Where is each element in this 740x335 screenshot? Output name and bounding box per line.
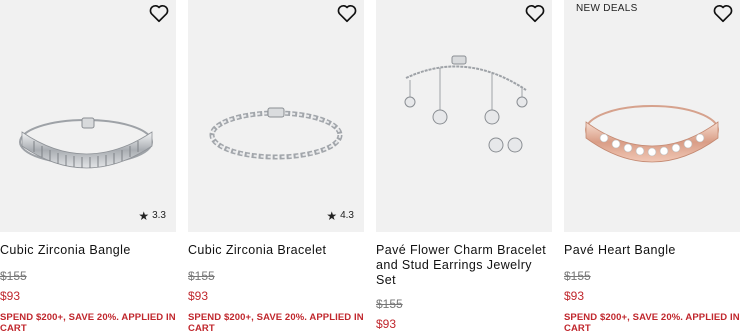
product-image[interactable]: NEW DEALS bbox=[564, 0, 740, 232]
rating-value: 3.3 bbox=[152, 210, 166, 221]
new-deals-badge: NEW DEALS bbox=[576, 3, 638, 14]
heart-bangle-image bbox=[585, 105, 719, 163]
heart-icon[interactable] bbox=[336, 2, 358, 24]
product-card[interactable]: ★ 4.3 Cubic Zirconia Bracelet $155 $93 S… bbox=[188, 0, 364, 335]
original-price: $155 bbox=[564, 269, 591, 283]
product-card[interactable]: ★ 3.3 Cubic Zirconia Bangle $155 $93 SPE… bbox=[0, 0, 176, 335]
bangle-image bbox=[19, 117, 153, 169]
heart-icon[interactable] bbox=[148, 2, 170, 24]
product-title[interactable]: Pavé Flower Charm Bracelet and Stud Earr… bbox=[376, 243, 552, 288]
rating-value: 4.3 bbox=[340, 210, 354, 221]
sale-price: $93 bbox=[0, 289, 21, 303]
sale-price: $93 bbox=[376, 317, 397, 331]
product-title[interactable]: Cubic Zirconia Bangle bbox=[0, 243, 176, 258]
product-image[interactable] bbox=[376, 0, 552, 232]
product-image[interactable]: ★ 4.3 bbox=[188, 0, 364, 232]
sale-price: $93 bbox=[188, 289, 209, 303]
promo-message: SPEND $200+, SAVE 20%. APPLIED IN CART bbox=[188, 312, 364, 334]
promo-message: SPEND $200+, SAVE 20%. APPLIED IN CART bbox=[0, 312, 176, 334]
promo-message: SPEND $200+, SAVE 20%. APPLIED IN CART bbox=[564, 312, 740, 334]
tennis-bracelet-image bbox=[209, 107, 343, 160]
original-price: $155 bbox=[0, 269, 27, 283]
rating: ★ 3.3 bbox=[138, 208, 166, 223]
product-title[interactable]: Cubic Zirconia Bracelet bbox=[188, 243, 364, 258]
product-title[interactable]: Pavé Heart Bangle bbox=[564, 243, 740, 258]
product-image[interactable]: ★ 3.3 bbox=[0, 0, 176, 232]
heart-icon[interactable] bbox=[712, 2, 734, 24]
star-icon: ★ bbox=[138, 208, 150, 223]
rating: ★ 4.3 bbox=[326, 208, 354, 223]
product-card[interactable]: Pavé Flower Charm Bracelet and Stud Earr… bbox=[376, 0, 552, 335]
original-price: $155 bbox=[376, 297, 403, 311]
product-card[interactable]: NEW DEALS Pavé Heart Bangle $155 $93 SPE… bbox=[564, 0, 740, 335]
sale-price: $93 bbox=[564, 289, 585, 303]
heart-icon[interactable] bbox=[524, 2, 546, 24]
original-price: $155 bbox=[188, 269, 215, 283]
star-icon: ★ bbox=[326, 208, 338, 223]
charm-bracelet-image bbox=[404, 55, 528, 153]
